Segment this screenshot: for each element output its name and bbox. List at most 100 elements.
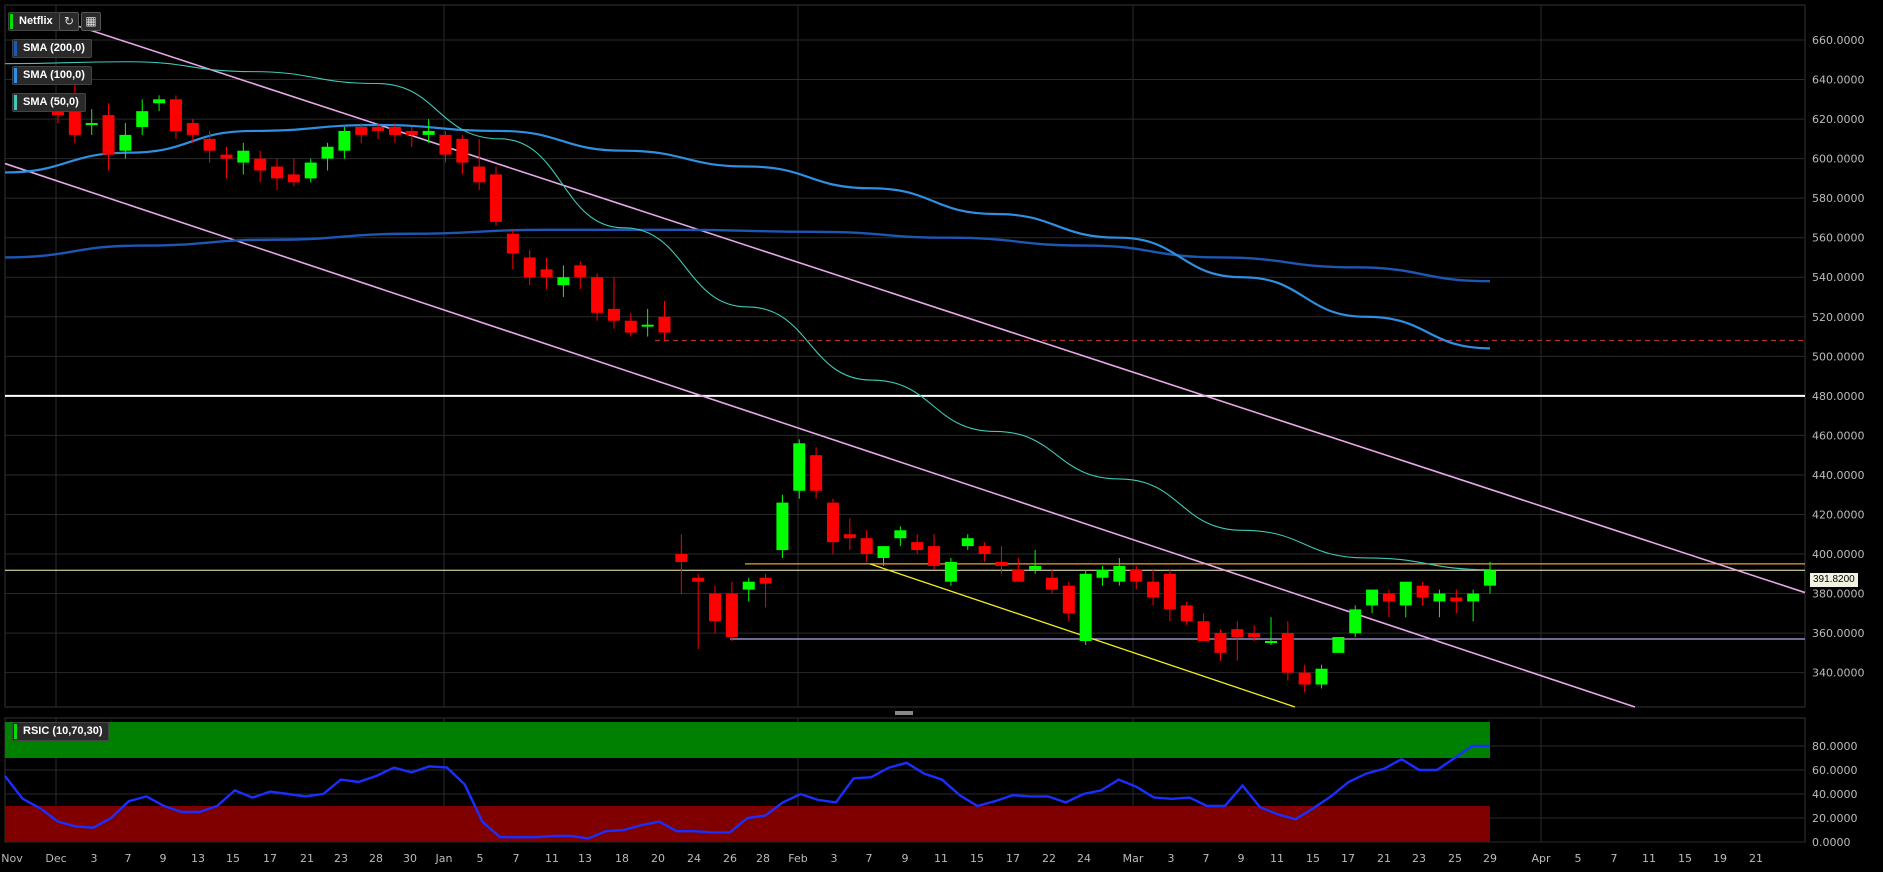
candle-body bbox=[961, 538, 974, 547]
candle-body bbox=[153, 99, 166, 104]
candle-body bbox=[1281, 633, 1294, 673]
candle-body bbox=[1012, 569, 1025, 582]
candle-body bbox=[759, 577, 772, 584]
candle-body bbox=[641, 324, 654, 327]
x-tick-label: 11 bbox=[934, 852, 948, 865]
candle-body bbox=[877, 546, 890, 558]
candle-body bbox=[119, 134, 132, 151]
candle-body bbox=[725, 593, 738, 638]
price-tick-label: 480.0000 bbox=[1812, 390, 1865, 403]
x-tick-label: 5 bbox=[477, 852, 484, 865]
refresh-icon[interactable]: ↻ bbox=[59, 12, 79, 31]
candle-body bbox=[506, 233, 519, 254]
x-tick-label: 7 bbox=[1611, 852, 1618, 865]
x-tick-label: 28 bbox=[756, 852, 770, 865]
candle-body bbox=[1315, 668, 1328, 685]
x-tick-label: 3 bbox=[1168, 852, 1175, 865]
candle-body bbox=[1382, 593, 1395, 602]
candle-body bbox=[995, 561, 1008, 566]
price-tick-label: 640.0000 bbox=[1812, 74, 1865, 87]
candle-body bbox=[1450, 597, 1463, 602]
x-tick-label: 3 bbox=[91, 852, 98, 865]
x-tick-label: 24 bbox=[1077, 852, 1091, 865]
candle-body bbox=[169, 99, 182, 131]
x-tick-label: 11 bbox=[545, 852, 559, 865]
x-tick-label: 24 bbox=[687, 852, 701, 865]
candle-body bbox=[928, 546, 941, 566]
indicator-sma50-label: SMA (50,0) bbox=[23, 96, 79, 108]
price-tick-label: 420.0000 bbox=[1812, 508, 1865, 521]
candle-body bbox=[321, 146, 334, 159]
candle-body bbox=[709, 593, 722, 622]
candle-body bbox=[944, 561, 957, 582]
x-tick-label: 9 bbox=[902, 852, 909, 865]
rsi-oversold-zone bbox=[5, 806, 1490, 842]
panel-splitter-handle bbox=[895, 711, 913, 715]
x-tick-label: 7 bbox=[1203, 852, 1210, 865]
x-tick-label: 26 bbox=[723, 852, 737, 865]
chart-canvas: 660.0000640.0000620.0000600.0000580.0000… bbox=[1, 4, 1865, 865]
rsi-tick-label: 40.0000 bbox=[1812, 788, 1858, 801]
candle-body bbox=[1248, 633, 1261, 638]
last-price-tag: 391.8200 bbox=[1810, 573, 1858, 587]
x-tick-label: 15 bbox=[1306, 852, 1320, 865]
indicator-rsi[interactable]: RSIC (10,70,30) bbox=[12, 722, 110, 741]
indicator-sma100[interactable]: SMA (100,0) bbox=[12, 66, 92, 85]
x-tick-label: Nov bbox=[1, 852, 23, 865]
candle-body bbox=[574, 265, 587, 278]
candle-body bbox=[1079, 573, 1092, 642]
candle-body bbox=[271, 166, 284, 179]
candle-body bbox=[1332, 637, 1345, 653]
candle-body bbox=[843, 534, 856, 539]
candle-body bbox=[1298, 672, 1311, 685]
candle-body bbox=[658, 316, 671, 333]
x-tick-label: 21 bbox=[300, 852, 314, 865]
indicator-sma200[interactable]: SMA (200,0) bbox=[12, 39, 92, 58]
rsi-tick-label: 80.0000 bbox=[1812, 740, 1858, 753]
candle-body bbox=[338, 130, 351, 151]
x-tick-label: 13 bbox=[191, 852, 205, 865]
x-tick-label: 15 bbox=[970, 852, 984, 865]
x-tick-label: 28 bbox=[369, 852, 383, 865]
candle-body bbox=[136, 111, 149, 127]
x-tick-label: 17 bbox=[1341, 852, 1355, 865]
price-tick-label: 580.0000 bbox=[1812, 192, 1865, 205]
candle-body bbox=[355, 126, 368, 135]
price-tick-label: 540.0000 bbox=[1812, 271, 1865, 284]
candle-body bbox=[422, 130, 435, 135]
candle-body bbox=[1484, 570, 1496, 586]
candle-body bbox=[85, 123, 98, 126]
candle-body bbox=[102, 115, 115, 155]
rsi-tick-label: 0.0000 bbox=[1812, 836, 1851, 849]
price-tick-label: 600.0000 bbox=[1812, 153, 1865, 166]
rsi-tick-label: 60.0000 bbox=[1812, 764, 1858, 777]
candle-body bbox=[203, 138, 216, 151]
indicator-sma50[interactable]: SMA (50,0) bbox=[12, 93, 86, 112]
x-tick-label: 18 bbox=[615, 852, 629, 865]
x-tick-label: 29 bbox=[1483, 852, 1497, 865]
candle-body bbox=[557, 277, 570, 286]
candle-body bbox=[1163, 573, 1176, 610]
price-tick-label: 440.0000 bbox=[1812, 469, 1865, 482]
symbol-badge[interactable]: Netflix bbox=[8, 12, 60, 31]
price-tick-label: 560.0000 bbox=[1812, 232, 1865, 245]
x-tick-label: 9 bbox=[160, 852, 167, 865]
candle-body bbox=[523, 257, 536, 278]
price-tick-label: 460.0000 bbox=[1812, 429, 1865, 442]
candle-body bbox=[624, 320, 637, 333]
candle-body bbox=[439, 134, 452, 155]
calendar-icon[interactable]: ▦ bbox=[81, 12, 101, 31]
candle-body bbox=[1231, 629, 1244, 638]
candle-body bbox=[1214, 633, 1227, 653]
candle-body bbox=[675, 554, 688, 562]
candle-body bbox=[1433, 593, 1446, 602]
candle-body bbox=[304, 162, 317, 179]
x-tick-label: 17 bbox=[263, 852, 277, 865]
candle-body bbox=[456, 138, 469, 163]
price-tick-label: 380.0000 bbox=[1812, 588, 1865, 601]
indicator-sma100-label: SMA (100,0) bbox=[23, 69, 85, 81]
x-tick-label: 7 bbox=[513, 852, 520, 865]
candle-body bbox=[372, 126, 385, 131]
candle-body bbox=[1197, 621, 1210, 642]
symbol-label: Netflix bbox=[19, 15, 53, 27]
